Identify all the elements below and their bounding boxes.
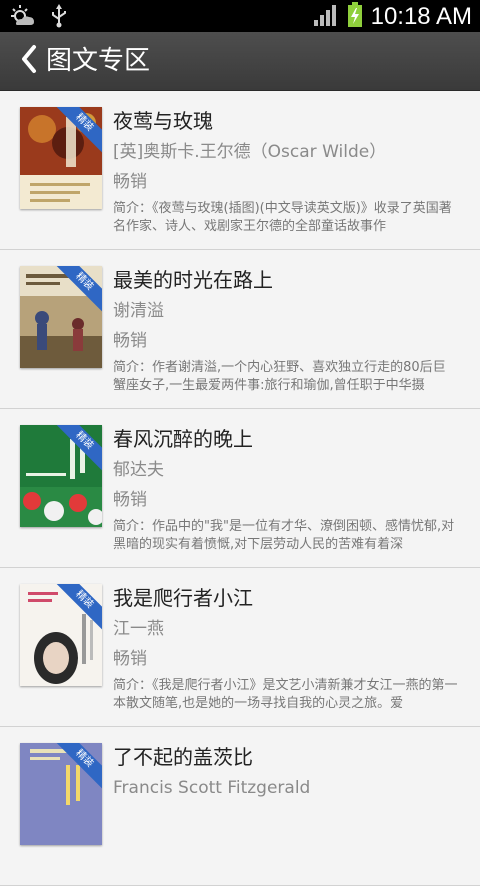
book-cover: 精装	[20, 584, 102, 686]
back-button[interactable]	[14, 42, 44, 80]
weather-icon	[8, 4, 36, 32]
book-title: 夜莺与玫瑰	[113, 109, 213, 133]
book-summary: 简介：《我是爬行者小江》是文艺小清新兼才女江一燕的第一本散文随笔,也是她的一场寻…	[113, 678, 458, 711]
book-summary: 简介：《夜莺与玫瑰(插图)(中文导读英文版)》收录了英国著名作家、诗人、戏剧家王…	[113, 201, 452, 234]
usb-icon	[50, 4, 68, 32]
book-summary: 简介：作品中的"我"是一位有才华、潦倒困顿、感情忧郁,对黑暗的现实有着愤慨,对下…	[113, 519, 455, 552]
battery-charging-icon	[347, 2, 363, 32]
book-cover: 精装	[20, 425, 102, 527]
list-item[interactable]: 精装 春风沉醉的晚上 郁达夫 畅销 简介：作品中的"我"是一位有才华、潦倒困顿、…	[0, 409, 480, 568]
book-list: 精装 夜莺与玫瑰 [英]奥斯卡.王尔德（Oscar Wilde） 畅销 简介：《…	[0, 91, 480, 886]
status-time: 10:18 AM	[370, 3, 472, 30]
book-tag: 畅销	[113, 331, 147, 351]
book-cover: 精装	[20, 743, 102, 845]
status-bar: 10:18 AM	[0, 0, 480, 32]
book-author: 江一燕	[113, 619, 164, 639]
list-item[interactable]: 精装 我是爬行者小江 江一燕 畅销 简介：《我是爬行者小江》是文艺小清新兼才女江…	[0, 568, 480, 727]
book-summary: 简介：作者谢清溢,一个内心狂野、喜欢独立行走的80后巨蟹座女子,一生最爱两件事:…	[113, 360, 446, 393]
book-summary	[113, 836, 458, 872]
book-tag: 畅销	[113, 172, 147, 192]
book-tag: 畅销	[113, 490, 147, 510]
book-title: 了不起的盖茨比	[113, 745, 253, 769]
book-author: Francis Scott Fitzgerald	[113, 778, 311, 798]
book-title: 最美的时光在路上	[113, 268, 273, 292]
book-title: 我是爬行者小江	[113, 586, 253, 610]
chevron-left-icon	[20, 44, 38, 78]
page-title: 图文专区	[46, 46, 151, 76]
book-tag: 畅销	[113, 649, 147, 669]
book-author: 谢清溢	[113, 301, 164, 321]
list-item[interactable]: 精装 最美的时光在路上 谢清溢 畅销 简介：作者谢清溢,一个内心狂野、喜欢独立行…	[0, 250, 480, 409]
signal-icon	[313, 3, 339, 31]
title-bar: 图文专区	[0, 32, 480, 91]
book-author: 郁达夫	[113, 460, 164, 480]
book-title: 春风沉醉的晚上	[113, 427, 253, 451]
list-item[interactable]: 精装 夜莺与玫瑰 [英]奥斯卡.王尔德（Oscar Wilde） 畅销 简介：《…	[0, 91, 480, 250]
book-author: [英]奥斯卡.王尔德（Oscar Wilde）	[113, 142, 387, 162]
list-item[interactable]: 精装 了不起的盖茨比 Francis Scott Fitzgerald	[0, 727, 480, 886]
book-cover: 精装	[20, 107, 102, 209]
book-cover: 精装	[20, 266, 102, 368]
